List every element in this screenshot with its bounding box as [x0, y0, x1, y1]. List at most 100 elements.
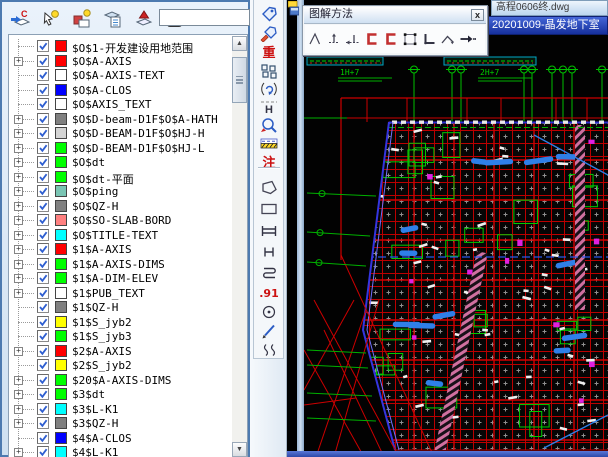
tag-edit-icon[interactable] [257, 23, 281, 42]
expand-icon[interactable]: + [14, 231, 23, 240]
layer-visibility-checkbox[interactable] [37, 301, 49, 313]
expand-icon[interactable]: + [14, 216, 23, 225]
layer-color-swatch[interactable] [55, 214, 67, 226]
layer-row[interactable]: $1$S_jyb3 [9, 329, 230, 344]
perp-short-icon[interactable] [324, 30, 343, 48]
layer-visibility-checkbox[interactable] [37, 287, 49, 299]
layer-visibility-checkbox[interactable] [37, 55, 49, 67]
layer-row[interactable]: +$20$A-AXIS-DIMS [9, 373, 230, 388]
tag-icon[interactable] [257, 3, 281, 22]
layer-filter-input[interactable] [159, 9, 250, 26]
layer-visibility-checkbox[interactable] [37, 229, 49, 241]
layer-row[interactable]: +$4$L-K1 [9, 445, 230, 457]
layer-row[interactable]: +$1$PUB_TEXT [9, 286, 230, 301]
perp-long-icon[interactable] [343, 30, 362, 48]
layer-row[interactable]: $O$1-开发建设用地范围 [9, 39, 230, 54]
scrollbar-thumb[interactable] [232, 57, 247, 103]
wave-icon[interactable] [257, 340, 281, 359]
layer-row[interactable]: +$3$dt [9, 387, 230, 402]
layer-row[interactable]: +$O$A-AXIS [9, 54, 230, 69]
expand-icon[interactable]: + [14, 115, 23, 124]
scroll-up-button[interactable]: ▲ [232, 36, 247, 51]
layer-manager-icon[interactable] [99, 6, 126, 31]
expand-icon[interactable]: + [14, 158, 23, 167]
layer-row[interactable]: $O$A-AXIS-TEXT [9, 68, 230, 83]
axis-h-icon[interactable]: H [257, 97, 281, 116]
expand-icon[interactable]: + [14, 274, 23, 283]
minimized-window-icon[interactable] [288, 1, 299, 16]
layer-row[interactable]: +$3$QZ-H [9, 416, 230, 431]
layer-row[interactable]: $4$A-CLOS [9, 431, 230, 446]
corner-icon[interactable] [419, 30, 438, 48]
layer-color-swatch[interactable] [55, 84, 67, 96]
expand-icon[interactable]: + [14, 390, 23, 399]
arrow-dots-icon[interactable] [457, 30, 476, 48]
stirrup-icon[interactable] [257, 263, 281, 282]
hatch-bar-icon[interactable] [257, 134, 281, 153]
layer-row[interactable]: +$O$D-BEAM-D1F$O$HJ-H [9, 126, 230, 141]
expand-icon[interactable]: + [14, 173, 23, 182]
expand-icon[interactable]: + [14, 187, 23, 196]
layer-visibility-checkbox[interactable] [37, 316, 49, 328]
dialog-titlebar[interactable]: 图解方法 x [304, 7, 486, 24]
layer-color-swatch[interactable] [55, 127, 67, 139]
layer-color-swatch[interactable] [55, 417, 67, 429]
layer-row[interactable]: +$3$L-K1 [9, 402, 230, 417]
layer-color-swatch[interactable] [55, 287, 67, 299]
layer-visibility-checkbox[interactable] [37, 98, 49, 110]
layer-visibility-checkbox[interactable] [37, 243, 49, 255]
layer-visibility-checkbox[interactable] [37, 359, 49, 371]
layer-row[interactable]: +$1$A-AXIS-DIMS [9, 257, 230, 272]
layer-visibility-checkbox[interactable] [37, 156, 49, 168]
layer-row[interactable]: +$O$TITLE-TEXT [9, 228, 230, 243]
beam-icon[interactable] [257, 221, 281, 240]
layer-color-swatch[interactable] [55, 40, 67, 52]
expand-icon[interactable]: + [14, 448, 23, 457]
layer-color-swatch[interactable] [55, 171, 67, 183]
layer-row[interactable]: +$O$ping [9, 184, 230, 199]
layer-visibility-checkbox[interactable] [37, 69, 49, 81]
layer-row[interactable]: $1$QZ-H [9, 300, 230, 315]
rect-icon[interactable] [257, 199, 281, 218]
layer-visibility-checkbox[interactable] [37, 171, 49, 183]
expand-icon[interactable]: + [14, 144, 23, 153]
layer-color-swatch[interactable] [55, 316, 67, 328]
layer-row[interactable]: +$O$QZ-H [9, 199, 230, 214]
layer-color-swatch[interactable] [55, 258, 67, 270]
expand-icon[interactable]: + [14, 57, 23, 66]
decimal-91-text-icon[interactable]: .91 [257, 284, 281, 303]
layer-row[interactable]: $2$S_jyb2 [9, 358, 230, 373]
layer-match-icon[interactable] [68, 6, 95, 31]
layer-visibility-checkbox[interactable] [37, 417, 49, 429]
zhu-text-icon[interactable]: 注 [257, 152, 281, 171]
layer-visibility-checkbox[interactable] [37, 258, 49, 270]
layer-color-swatch[interactable] [55, 330, 67, 342]
polygon-icon[interactable] [257, 177, 281, 196]
bracket-red2-icon[interactable] [381, 30, 400, 48]
expand-icon[interactable]: + [14, 289, 23, 298]
layer-visibility-checkbox[interactable] [37, 40, 49, 52]
layer-visibility-checkbox[interactable] [37, 388, 49, 400]
beam2-icon[interactable] [257, 242, 281, 261]
layer-visibility-checkbox[interactable] [37, 127, 49, 139]
angle-icon[interactable] [305, 30, 324, 48]
layer-row[interactable]: +$O$dt-平面 [9, 170, 230, 185]
layer-color-swatch[interactable] [55, 185, 67, 197]
layer-color-swatch[interactable] [55, 142, 67, 154]
layer-visibility-checkbox[interactable] [37, 432, 49, 444]
layer-tree-list[interactable]: $O$1-开发建设用地范围+$O$A-AXIS$O$A-AXIS-TEXT$O$… [8, 34, 248, 457]
expand-icon[interactable]: + [14, 376, 23, 385]
rect-handles-icon[interactable] [400, 30, 419, 48]
scroll-down-button[interactable]: ▼ [232, 442, 247, 457]
expand-icon[interactable]: + [14, 419, 23, 428]
circle-dot-icon[interactable] [257, 302, 281, 321]
layer-visibility-checkbox[interactable] [37, 403, 49, 415]
layer-visibility-checkbox[interactable] [37, 374, 49, 386]
expand-icon[interactable]: + [14, 405, 23, 414]
layer-visibility-checkbox[interactable] [37, 272, 49, 284]
layer-visibility-checkbox[interactable] [37, 113, 49, 125]
layer-color-swatch[interactable] [55, 55, 67, 67]
layer-color-swatch[interactable] [55, 200, 67, 212]
layer-color-swatch[interactable] [55, 359, 67, 371]
expand-icon[interactable]: + [14, 129, 23, 138]
